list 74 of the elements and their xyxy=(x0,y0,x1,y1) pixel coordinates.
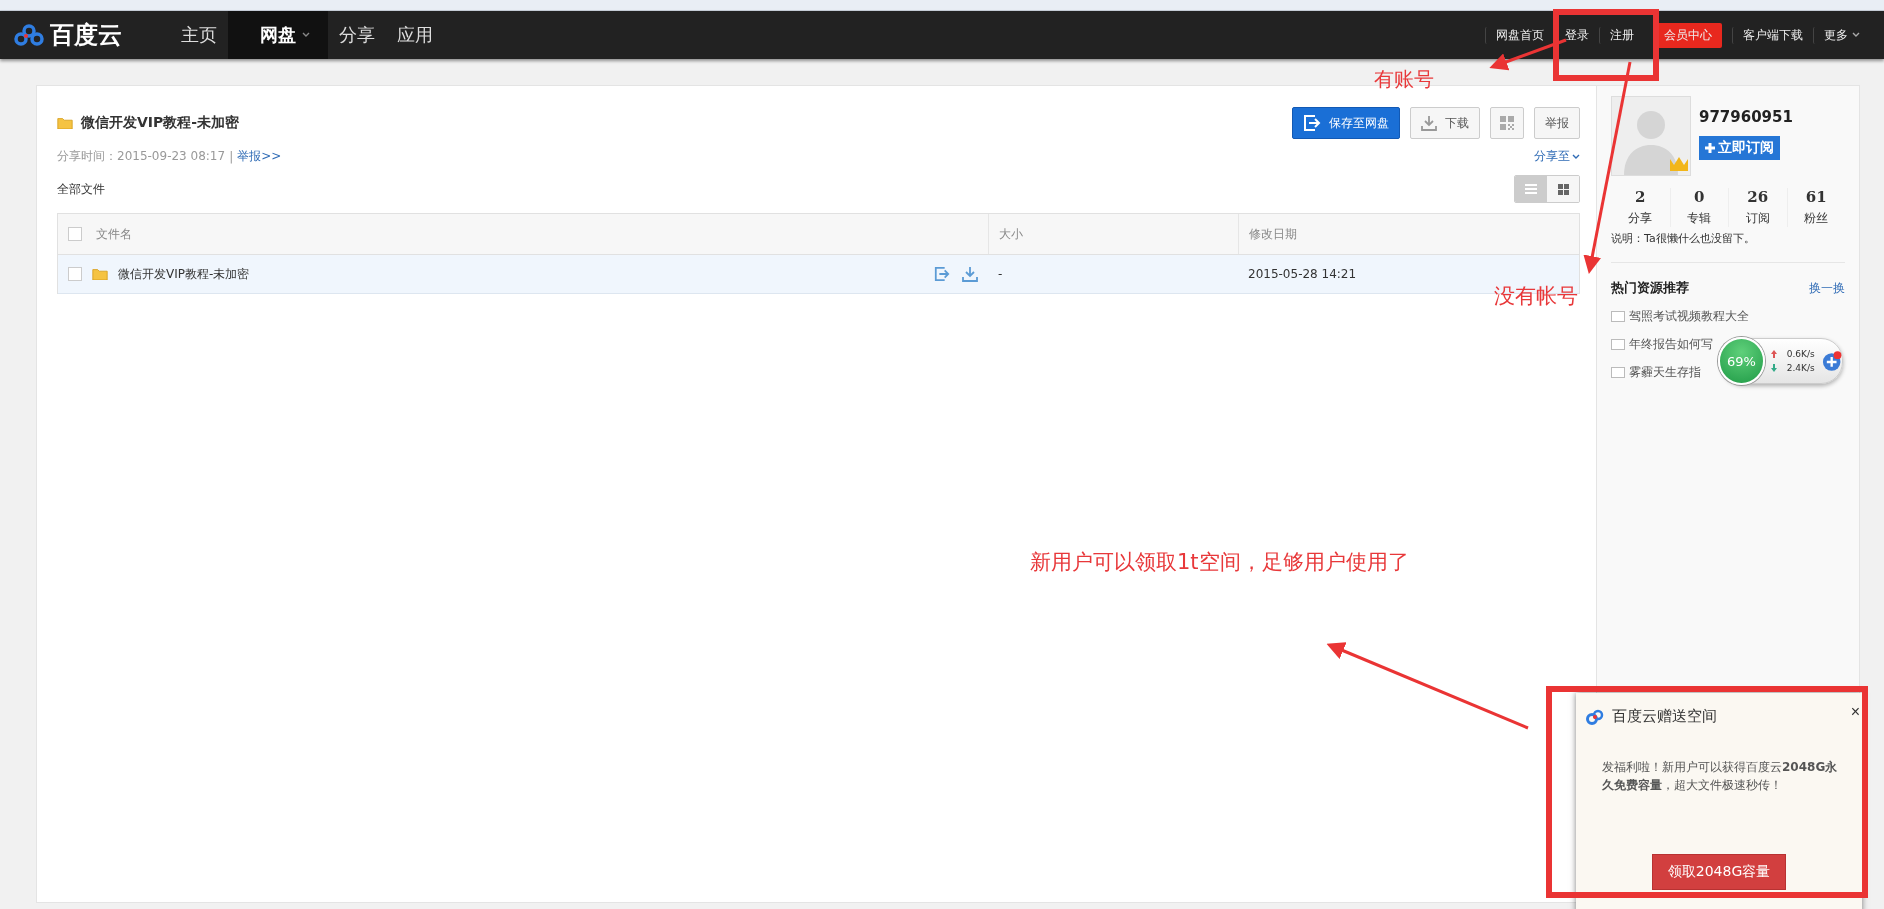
upload-speed: 0.6K/s xyxy=(1786,349,1815,359)
popup-message: 发福利啦！新用户可以获得百度云2048G永久免费容量，超大文件极速秒传！ xyxy=(1602,759,1839,794)
save-to-disk-button[interactable]: 保存至网盘 xyxy=(1292,107,1400,139)
file-size: - xyxy=(998,267,1003,281)
download-button[interactable]: 下载 xyxy=(1410,107,1480,139)
nav-tab[interactable]: 网盘 xyxy=(228,11,328,59)
stat-label: 专辑 xyxy=(1687,210,1712,227)
stat-label: 订阅 xyxy=(1745,210,1770,227)
nav-link[interactable]: 客户端下载 xyxy=(1732,26,1813,44)
resource-link[interactable]: 驾照考试视频教程大全 xyxy=(1611,308,1749,325)
resource-link[interactable]: 雾霾天生存指 xyxy=(1611,364,1701,381)
user-name: 977960951 xyxy=(1699,108,1793,126)
speed-widget[interactable]: 69% 0.6K/s 2.4K/s xyxy=(1721,338,1843,384)
subscribe-button[interactable]: 立即订阅 xyxy=(1699,136,1780,160)
file-name: 微信开发VIP教程-未加密 xyxy=(118,265,250,283)
folder-icon xyxy=(57,116,73,130)
claim-button[interactable]: 领取2048G容量 xyxy=(1652,854,1786,890)
stat-value: 2 xyxy=(1635,188,1646,206)
download-icon xyxy=(1421,115,1437,131)
memory-percent: 69% xyxy=(1718,337,1765,385)
folder-icon xyxy=(92,267,108,281)
list-view-icon xyxy=(1525,184,1537,194)
breadcrumb: 全部文件 xyxy=(57,180,105,198)
download-icon xyxy=(962,266,978,282)
nav-tab[interactable]: 分享 xyxy=(328,11,386,59)
share-to-menu[interactable]: 分享至 xyxy=(1534,148,1580,165)
column-header: 文件名 xyxy=(96,225,132,243)
cloud-logo-icon xyxy=(1586,708,1606,725)
column-header: 修改日期 xyxy=(1249,225,1297,243)
plus-icon xyxy=(1705,143,1715,153)
nav-link[interactable]: 注册 xyxy=(1599,26,1644,44)
column-header: 大小 xyxy=(999,225,1023,243)
report-button[interactable]: 举报 xyxy=(1534,107,1580,139)
stat-label: 粉丝 xyxy=(1804,210,1829,227)
row-checkbox[interactable] xyxy=(68,267,82,281)
refresh-link[interactable]: 换一换 xyxy=(1809,279,1845,297)
stat-value: 61 xyxy=(1805,188,1827,206)
caret-icon xyxy=(1852,32,1860,38)
cloud-logo-icon xyxy=(14,24,44,46)
share-title: 微信开发VIP教程-未加密 xyxy=(81,114,240,132)
modified-date: 2015-05-28 14:21 xyxy=(1248,267,1357,281)
caret-icon xyxy=(1572,153,1580,160)
select-all-checkbox[interactable] xyxy=(68,227,82,241)
section-title: 热门资源推荐 xyxy=(1611,279,1689,297)
stat-value: 0 xyxy=(1694,188,1705,206)
popup-title: 百度云赠送空间 xyxy=(1612,707,1717,726)
resource-link[interactable]: 年终报告如何写 xyxy=(1611,336,1713,353)
annotation-text: 有账号 xyxy=(1374,66,1434,93)
profile-note: 说明：Ta很懒什么也没留下。 xyxy=(1611,231,1845,263)
nav-link[interactable]: 网盘首页 xyxy=(1485,26,1554,44)
nav-tab[interactable]: 应用 xyxy=(386,11,444,59)
nav-tab[interactable]: 主页 xyxy=(170,11,228,59)
stat-label: 分享 xyxy=(1628,210,1653,227)
view-mode-button[interactable] xyxy=(1547,176,1579,202)
stat-value: 26 xyxy=(1747,188,1769,206)
close-button[interactable]: × xyxy=(1848,703,1862,721)
download-speed: 2.4K/s xyxy=(1786,363,1815,373)
qr-code-button[interactable] xyxy=(1490,107,1524,139)
upload-arrow-icon xyxy=(1770,350,1777,358)
plus-icon xyxy=(1820,350,1842,372)
document-icon xyxy=(1611,311,1625,322)
separator: | xyxy=(229,149,234,164)
document-icon xyxy=(1611,339,1625,350)
nav-link[interactable]: 登录 xyxy=(1554,26,1599,44)
avatar-icon xyxy=(1611,96,1691,176)
download-arrow-icon xyxy=(1770,364,1777,372)
logo-text: 百度云 xyxy=(50,20,122,51)
nav-link[interactable]: 更多 xyxy=(1813,26,1870,44)
report-link[interactable]: 举报>> xyxy=(237,148,282,165)
annotation-text: 新用户可以领取1t空间，足够用户使用了 xyxy=(1030,549,1409,576)
share-time: 分享时间：2015-09-23 08:17 xyxy=(57,148,226,165)
qr-code-icon xyxy=(1500,116,1514,130)
document-icon xyxy=(1611,367,1625,378)
grid-view-icon xyxy=(1557,183,1569,195)
